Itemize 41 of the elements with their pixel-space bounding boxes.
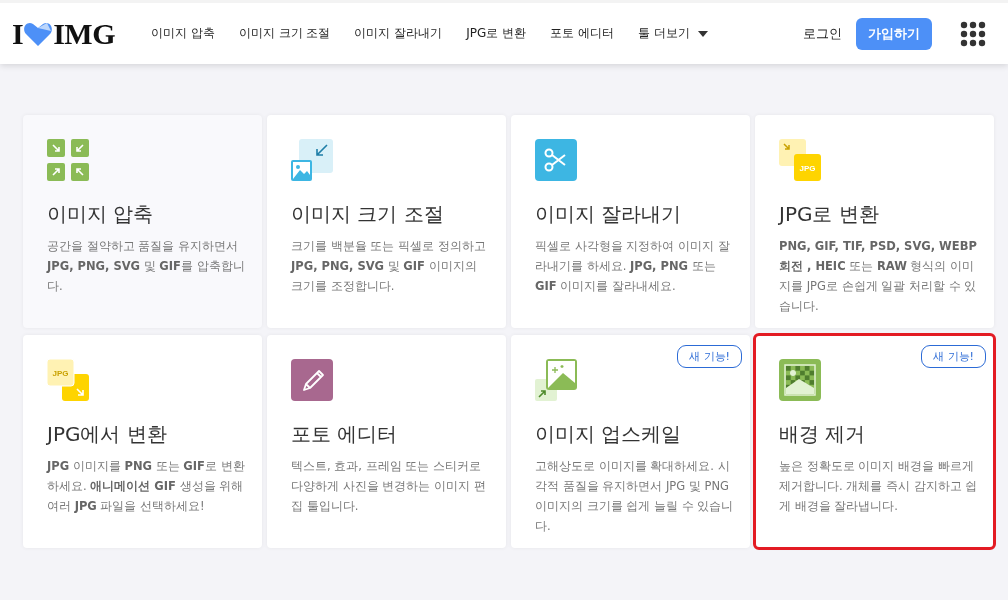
card-title: 이미지 업스케일	[535, 421, 683, 448]
card-title: 이미지 크기 조절	[291, 201, 445, 228]
card-description: JPG 이미지를 PNG 또는 GIF로 변환하세요. 애니메이션 GIF 생성을 위해 여러 JPG 파일을 선택하세요!	[47, 458, 246, 515]
card-title: 이미지 잘라내기	[535, 201, 683, 228]
card-title: JPG로 변환	[779, 201, 880, 228]
tool-card[interactable]: 새 기능! 배경 제거 높은 정확도로 이미지 배경을 빠르게 제거합니다. 개체를 즉시 감지하고 쉽게 배경을 잘라냅니다.	[755, 335, 994, 548]
compress-arrows-icon	[47, 139, 89, 181]
image-sparkle-icon	[535, 359, 577, 401]
nav-link[interactable]: 이미지 크기 조절	[238, 25, 331, 42]
nav-link[interactable]: 툴 더보기	[638, 25, 708, 42]
tool-card[interactable]: 이미지 압축 공간을 절약하고 품질을 유지하면서 JPG, PNG, SVG 및 GIF를 압축합니다.	[23, 115, 262, 328]
resize-image-icon	[291, 139, 333, 181]
new-feature-badge: 새 기능!	[921, 345, 986, 368]
new-feature-badge: 새 기능!	[677, 345, 742, 368]
card-description: 고해상도로 이미지를 확대하세요. 시각적 품질을 유지하면서 JPG 및 PNG 이미지의 크기를 쉽게 늘릴 수 있습니다.	[535, 458, 735, 535]
nav-link[interactable]: 이미지 잘라내기	[354, 25, 443, 42]
tool-card[interactable]: JPG JPG로 변환 PNG, GIF, TIF, PSD, SVG, WEBP 회전 , HEIC 또는 RAW 형식의 이미지를 JPG로 손쉽게 일괄 처리할 수 있습니다.	[755, 115, 994, 328]
tool-card[interactable]: JPG JPG에서 변환 JPG 이미지를 PNG 또는 GIF로 변환하세요. 애니메이션 GIF 생성을 위해 여러 JPG 파일을 선택하세요!	[23, 335, 262, 548]
card-description: 크기를 백분율 또는 픽셀로 정의하고 JPG, PNG, SVG 및 GIF 이미지의 크기를 조정합니다.	[291, 238, 487, 295]
tool-card[interactable]: 새 기능! 이미지 업스케일 고해상도로 이미지를 확대하세요. 시각적 품질을 유지하면서 JPG 및 PNG 이미지의 크기를 쉽게 늘릴 수 있습니다.	[511, 335, 750, 548]
tool-card[interactable]: 이미지 잘라내기 픽셀로 사각형을 지정하여 이미지 잘라내기를 하세요. JPG, PNG 또는 GIF 이미지를 잘라내세요.	[511, 115, 750, 328]
nav-link[interactable]: 포토 에디터	[550, 25, 615, 42]
card-description: 텍스트, 효과, 프레임 또는 스티커로 다양하게 사진을 변경하는 이미지 편집 툴입니다.	[291, 458, 487, 515]
image-checkerboard-icon	[779, 359, 821, 401]
nav-link[interactable]: JPG로 변환	[466, 25, 527, 42]
nav-link[interactable]: 이미지 압축	[151, 25, 215, 42]
card-description: PNG, GIF, TIF, PSD, SVG, WEBP 회전 , HEIC 또는 RAW 형식의 이미지를 JPG로 손쉽게 일괄 처리할 수 있습니다.	[779, 238, 978, 315]
login-link[interactable]: 로그인	[803, 24, 842, 43]
card-description: 공간을 절약하고 품질을 유지하면서 JPG, PNG, SVG 및 GIF를 압축합니다.	[47, 238, 246, 295]
tool-card[interactable]: 이미지 크기 조절 크기를 백분율 또는 픽셀로 정의하고 JPG, PNG, SVG 및 GIF 이미지의 크기를 조정합니다.	[267, 115, 506, 328]
card-description: 픽셀로 사각형을 지정하여 이미지 잘라내기를 하세요. JPG, PNG 또는 GIF 이미지를 잘라내세요.	[535, 238, 731, 295]
scissors-icon	[535, 139, 577, 181]
card-title: JPG에서 변환	[47, 421, 168, 448]
card-title: 이미지 압축	[47, 201, 155, 228]
logo[interactable]: I IMG	[12, 16, 115, 51]
pencil-icon	[291, 359, 333, 401]
card-title: 포토 에디터	[291, 421, 399, 448]
card-description: 높은 정확도로 이미지 배경을 빠르게 제거합니다. 개체를 즉시 감지하고 쉽게 배경을 잘라냅니다.	[779, 458, 979, 515]
apps-menu-icon[interactable]	[960, 20, 986, 47]
card-title: 배경 제거	[779, 421, 867, 448]
tool-card[interactable]: 포토 에디터 텍스트, 효과, 프레임 또는 스티커로 다양하게 사진을 변경하는 이미지 편집 툴입니다.	[267, 335, 506, 548]
